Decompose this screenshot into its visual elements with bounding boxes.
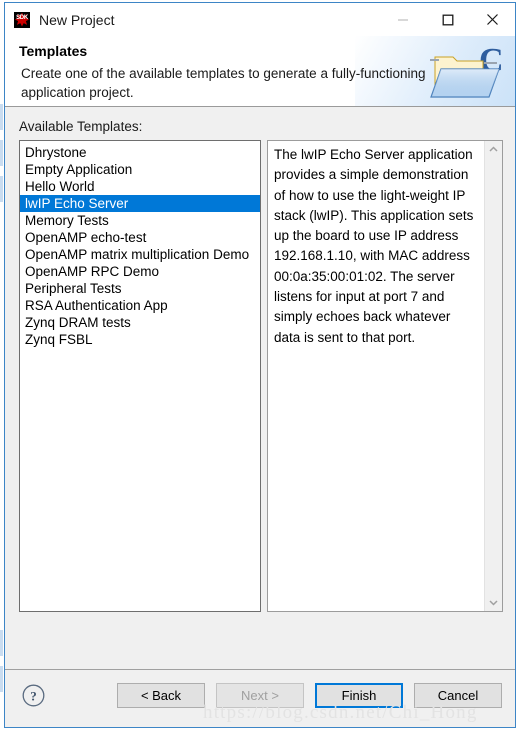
close-icon[interactable] (470, 3, 515, 36)
window-controls (380, 3, 515, 36)
list-item[interactable]: Peripheral Tests (20, 280, 260, 297)
available-templates-label: Available Templates: (19, 119, 143, 134)
list-item[interactable]: Empty Application (20, 161, 260, 178)
dialog-body: Available Templates: Dhrystone Empty Appl… (5, 107, 515, 669)
help-icon[interactable]: ? (22, 684, 45, 707)
back-button[interactable]: < Back (117, 683, 205, 708)
page-description: Create one of the available templates to… (21, 66, 426, 100)
sdk-icon: SDK (14, 11, 30, 28)
next-button: Next > (216, 683, 304, 708)
title-bar: SDK New Project (5, 3, 515, 36)
list-item[interactable]: OpenAMP RPC Demo (20, 263, 260, 280)
background-strip (0, 630, 3, 656)
new-project-dialog: SDK New Project Templates Create one of … (4, 2, 516, 728)
dialog-header: Templates Create one of the available te… (5, 36, 515, 107)
template-description-panel: The lwIP Echo Server application provide… (267, 140, 503, 612)
list-item[interactable]: Memory Tests (20, 212, 260, 229)
maximize-icon[interactable] (425, 3, 470, 36)
minimize-icon[interactable] (380, 3, 425, 36)
template-list[interactable]: Dhrystone Empty Application Hello World lwI… (19, 140, 261, 612)
footer-buttons: < Back Next > Finish Cancel (117, 683, 502, 708)
background-strip (0, 176, 3, 202)
background-strip (0, 104, 3, 130)
background-strip (0, 666, 3, 692)
finish-button[interactable]: Finish (315, 683, 403, 708)
window-title: New Project (39, 11, 115, 28)
template-description-text: The lwIP Echo Server application provide… (274, 147, 474, 345)
list-item[interactable]: Zynq DRAM tests (20, 314, 260, 331)
chevron-down-icon[interactable] (485, 594, 502, 611)
dialog-footer: ? < Back Next > Finish Cancel (5, 669, 515, 727)
chevron-up-icon[interactable] (485, 141, 502, 158)
list-item[interactable]: OpenAMP echo-test (20, 229, 260, 246)
list-item[interactable]: RSA Authentication App (20, 297, 260, 314)
sdk-icon-label: SDK (16, 14, 28, 21)
list-item[interactable]: Hello World (20, 178, 260, 195)
list-item[interactable]: Dhrystone (20, 144, 260, 161)
list-item[interactable]: Zynq FSBL (20, 331, 260, 348)
page-title: Templates (19, 43, 88, 59)
cancel-button[interactable]: Cancel (414, 683, 502, 708)
svg-text:?: ? (30, 688, 37, 703)
background-strip (0, 140, 3, 166)
description-scrollbar[interactable] (484, 141, 502, 611)
list-item[interactable]: lwIP Echo Server (20, 195, 260, 212)
folder-c-icon: C (427, 41, 505, 103)
list-item[interactable]: OpenAMP matrix multiplication Demo (20, 246, 260, 263)
